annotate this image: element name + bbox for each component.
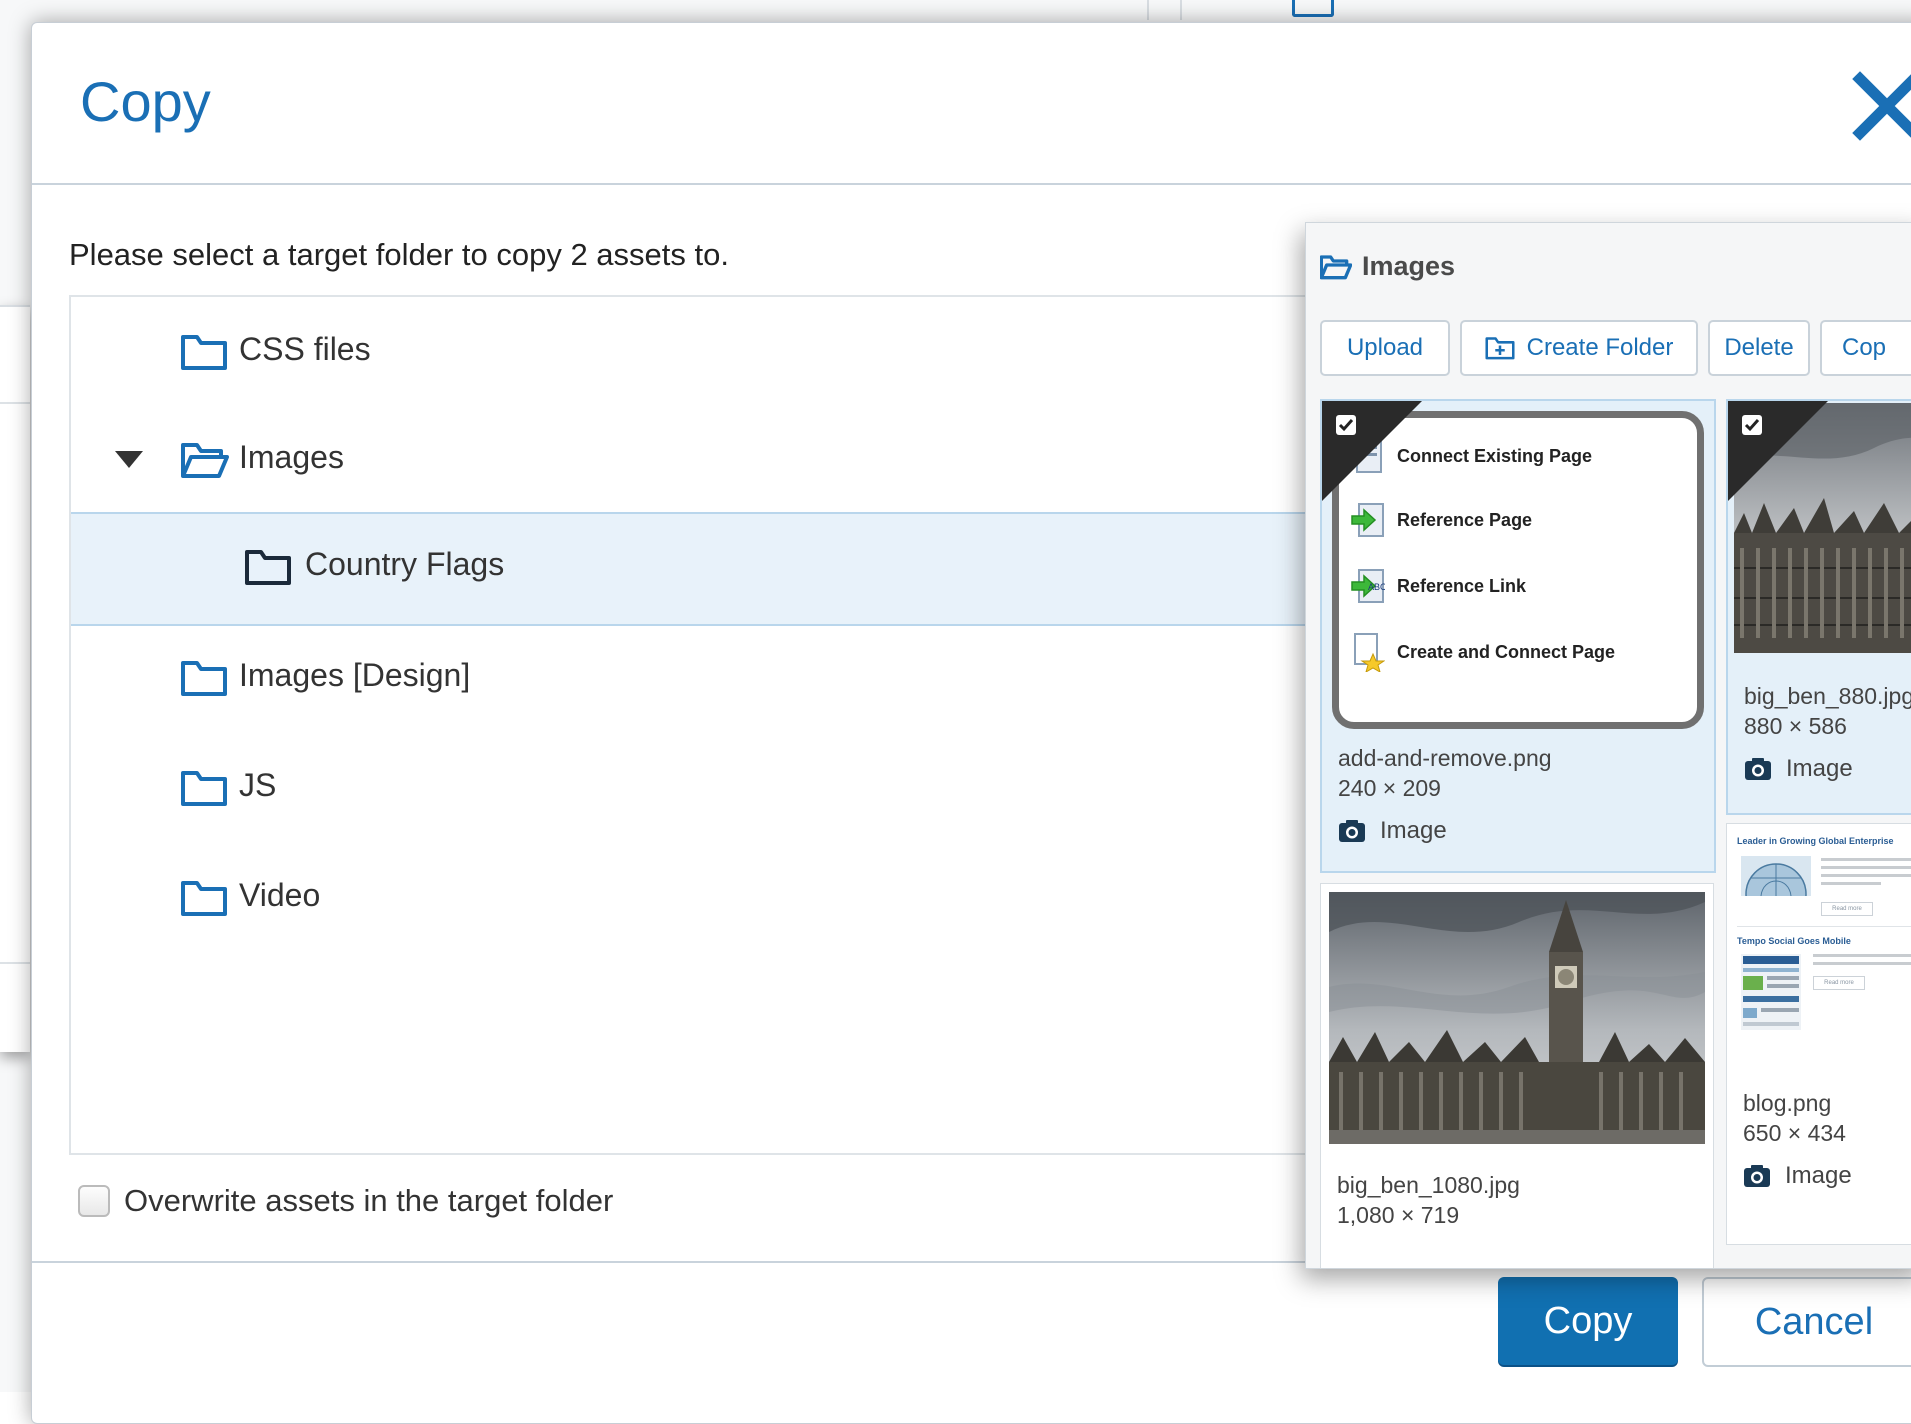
menu-item: Create and Connect Page [1351,632,1615,672]
check-icon[interactable] [1336,415,1356,435]
folder-tree: CSS files Images Country Flags Images [D… [69,295,1503,1155]
folder-title: Images [1362,251,1456,281]
blog-heading: Tempo Social Goes Mobile [1737,936,1851,946]
dialog-title: Copy [80,70,211,133]
tree-item-label: Country Flags [305,546,505,582]
copy-toolbar-label: Cop [1842,334,1887,361]
upload-button[interactable]: Upload [1320,320,1450,376]
menu-item: ABC Reference Link [1351,568,1526,604]
tree-item-label: CSS files [239,331,371,367]
read-more-button: Read more [1813,976,1865,990]
menu-item-label: Reference Page [1397,509,1533,530]
asset-type-label: Image [1786,755,1853,782]
copy-button[interactable]: Copy [1498,1277,1678,1365]
asset-thumbnail: Leader in Growing Global Enterprise Read… [1733,830,1911,1070]
asset-panel-title: Images [1320,251,1455,282]
asset-card[interactable]: Leader in Growing Global Enterprise Read… [1726,823,1911,1245]
upload-label: Upload [1346,334,1424,361]
divider [0,402,30,404]
folder-icon [181,335,227,370]
asset-type: Image [1744,755,1853,783]
folder-icon [181,771,227,806]
background-panel [0,305,30,1052]
create-folder-icon [1485,337,1515,360]
svg-text:ABC: ABC [1368,582,1385,592]
background-divider [1180,0,1182,20]
camera-icon [1745,758,1771,780]
asset-name: big_ben_1080.jpg [1337,1172,1520,1198]
asset-card[interactable]: Connect Existing Page Reference Page ABC… [1320,399,1716,873]
dialog-header: Copy [32,23,1911,185]
asset-thumbnail [1329,892,1705,1144]
copy-toolbar-button[interactable]: Cop [1820,320,1911,376]
reference-link-icon: ABC [1351,569,1385,603]
cancel-button[interactable]: Cancel [1702,1277,1911,1367]
blog-heading: Leader in Growing Global Enterprise [1737,836,1894,846]
tree-item-images[interactable]: Images [71,405,1501,515]
asset-type: Image [1338,817,1447,845]
close-icon [1852,71,1911,141]
asset-type-label: Image [1785,1162,1852,1189]
tree-item-video[interactable]: Video [71,843,1501,953]
camera-icon [1744,1165,1770,1187]
instruction-text: Please select a target folder to copy 2 … [69,237,729,272]
asset-name: big_ben_880.jpg [1744,683,1911,709]
mobile-screenshot-image [1741,954,1801,1030]
folder-open-icon [1320,254,1352,279]
asset-card[interactable]: big_ben_1080.jpg 1,080 × 719 [1320,883,1714,1268]
folder-icon [181,881,227,916]
asset-card[interactable]: big_ben_880.jpg 880 × 586 Image [1726,399,1911,815]
check-icon[interactable] [1742,415,1762,435]
menu-item-label: Connect Existing Page [1397,445,1593,466]
camera-icon [1339,820,1365,842]
folder-icon [245,550,291,585]
asset-dimensions: 1,080 × 719 [1337,1202,1460,1228]
tree-item-label: Images [Design] [239,657,471,693]
delete-label: Delete [1724,334,1794,361]
asset-dimensions: 880 × 586 [1744,713,1847,739]
reference-page-icon [1351,503,1384,537]
globe-image [1741,856,1811,896]
menu-item-label: Reference Link [1397,575,1527,596]
asset-panel: Images Upload Create Folder Delete Cop C… [1305,222,1911,1269]
tree-item-js[interactable]: JS [71,733,1501,843]
overwrite-label: Overwrite assets in the target folder [124,1183,614,1218]
tree-item-label: JS [239,767,277,803]
text-lines [1821,858,1911,890]
asset-type-label: Image [1380,817,1447,844]
divider [1737,926,1911,927]
tree-item-label: Images [239,439,344,475]
overwrite-checkbox[interactable] [78,1185,110,1217]
menu-item: Reference Page [1351,502,1532,538]
asset-name: add-and-remove.png [1338,745,1552,771]
create-folder-button[interactable]: Create Folder [1460,320,1698,376]
close-button[interactable] [1852,71,1911,141]
read-more-button: Read more [1821,902,1873,916]
asset-name: blog.png [1743,1090,1832,1116]
asset-dimensions: 240 × 209 [1338,775,1441,801]
delete-button[interactable]: Delete [1708,320,1810,376]
caret-down-icon[interactable] [115,451,143,468]
overwrite-option[interactable]: Overwrite assets in the target folder [78,1183,613,1219]
create-folder-label: Create Folder [1526,334,1674,361]
asset-type: Image [1743,1162,1852,1190]
folder-icon [181,661,227,696]
divider [0,962,30,964]
tree-item-country-flags[interactable]: Country Flags [71,512,1501,626]
create-page-icon [1354,633,1385,672]
tree-item-label: Video [239,877,321,913]
tree-item-css-files[interactable]: CSS files [71,297,1501,407]
tree-item-images-design[interactable]: Images [Design] [71,623,1501,733]
folder-open-icon [181,443,229,478]
folder-icon [1292,0,1334,17]
menu-item-label: Create and Connect Page [1397,641,1616,662]
asset-dimensions: 650 × 434 [1743,1120,1846,1146]
background-divider [1147,0,1149,20]
text-lines [1813,954,1911,970]
